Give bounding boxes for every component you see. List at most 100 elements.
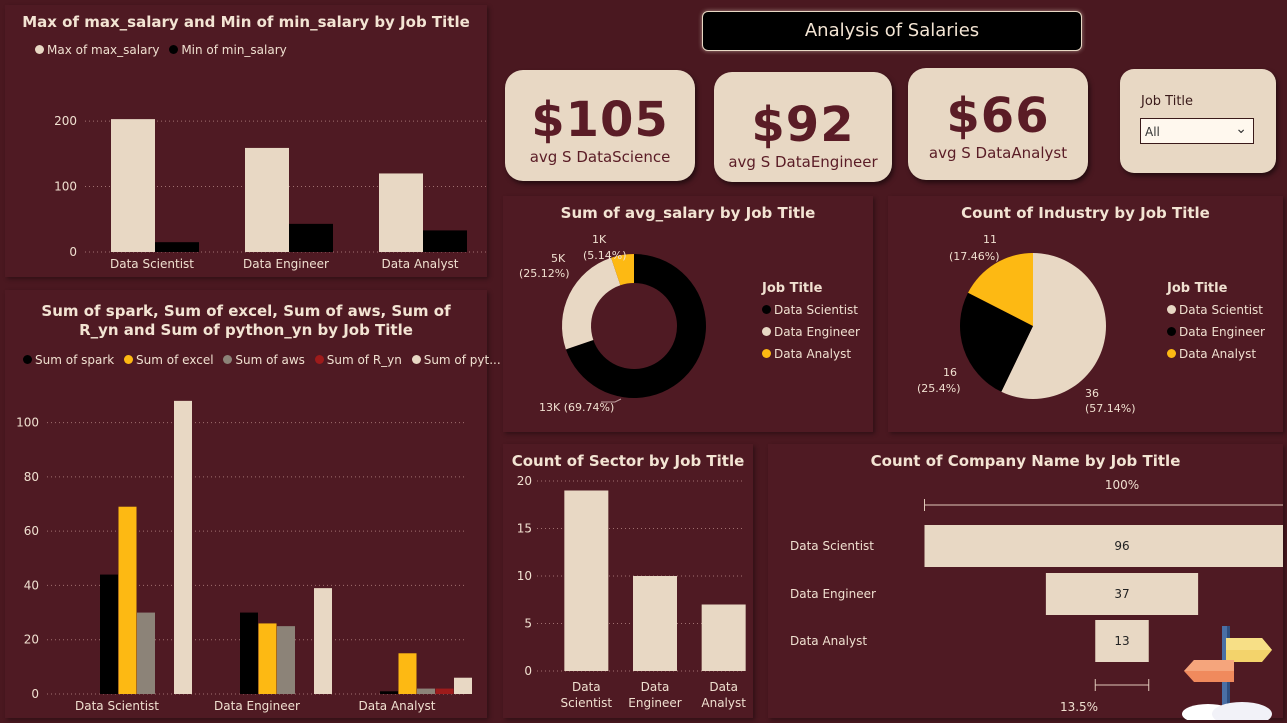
funnel-cat-data-scientist: Data Scientist [790, 539, 874, 553]
bar-max-of-max-salary-data-engineer [245, 147, 289, 252]
donut-legend: Job Title Data Scientist Data Engineer D… [762, 281, 860, 369]
y-tick-15: 15 [517, 522, 532, 536]
bar-sum-of-excel-data-analyst [398, 653, 417, 694]
funnel-cat-data-engineer: Data Engineer [790, 587, 876, 601]
dashboard-title: Analysis of Salaries [702, 11, 1082, 51]
donut-legend-dot-scientist [762, 305, 771, 314]
y-tick-0: 0 [69, 245, 77, 259]
label-engineer-pct: (25.4%) [917, 382, 961, 395]
bar-sum-of-aws-data-scientist [137, 612, 155, 694]
label-analyst-value: 1K [592, 233, 607, 246]
kpi-value-datascience: $105 [531, 92, 669, 148]
kpi-label-dataanalyst: avg S DataAnalyst [928, 144, 1068, 162]
job-title-dropdown[interactable]: All ⌄ [1140, 118, 1254, 144]
x-tick-data-analyst-0: Data [709, 680, 738, 694]
label-engineer-pct: (25.12%) [519, 267, 570, 280]
donut-legend-analyst: Data Analyst [774, 347, 852, 361]
y-tick-40: 40 [24, 578, 39, 592]
bar-sum-of-excel-data-scientist [118, 506, 137, 694]
bar-max-of-max-salary-data-scientist [111, 119, 155, 252]
industry-pie-panel: Count of Industry by Job Title 36 (57.14%… [888, 196, 1283, 432]
job-title-slicer: Job Title All ⌄ [1120, 69, 1276, 173]
x-tick-data-analyst: Data Analyst [358, 699, 435, 713]
y-tick-20: 20 [24, 633, 39, 647]
funnel-value-data-analyst: 13 [1114, 634, 1129, 648]
kpi-card-dataanalyst: $66 avg S DataAnalyst [908, 68, 1088, 180]
y-tick-80: 80 [24, 470, 39, 484]
pie-legend-analyst: Data Analyst [1179, 347, 1257, 361]
pie-legend-dot-engineer [1167, 327, 1176, 336]
label-engineer-count: 16 [943, 366, 957, 379]
x-tick-data-scientist: Data Scientist [75, 699, 159, 713]
bar-min-of-min-salary-data-analyst [423, 230, 467, 252]
chevron-down-icon: ⌄ [1235, 121, 1247, 137]
funnel-value-data-scientist: 96 [1114, 539, 1129, 553]
x-tick-data-scientist-1: Scientist [561, 696, 613, 710]
x-tick-data-analyst: Data Analyst [381, 257, 458, 271]
bar-data-engineer [633, 576, 677, 671]
funnel-top-label: 100% [1105, 478, 1139, 492]
pie-legend-engineer: Data Engineer [1179, 325, 1265, 339]
bar-min-of-min-salary-data-scientist [155, 242, 199, 252]
x-tick-data-engineer: Data Engineer [214, 699, 300, 713]
pie-legend: Job Title Data Scientist Data Engineer D… [1167, 281, 1265, 369]
slicer-label: Job Title [1141, 94, 1194, 109]
bar-min-of-min-salary-data-engineer [289, 223, 333, 252]
bar-sum-of-pyt-data-engineer [314, 588, 332, 694]
bar-sum-of-pyt-data-analyst [454, 677, 472, 694]
kpi-value-dataanalyst: $66 [946, 88, 1050, 144]
skills-bar-chart: 0 20 40 60 80 100 Data Scientist Data Engineer D… [16, 400, 472, 713]
donut-legend-engineer: Data Engineer [774, 325, 860, 339]
pie-legend-title: Job Title [1167, 281, 1228, 296]
avg-salary-donut-panel: Sum of avg_salary by Job Title 13K (69.7… [503, 196, 873, 432]
bar-sum-of-aws-data-engineer [277, 626, 295, 694]
pie-legend-scientist: Data Scientist [1179, 303, 1263, 317]
salary-chart-panel: Max of max_salary and Min of min_salary … [5, 5, 487, 277]
x-tick-data-scientist: Data Scientist [110, 257, 194, 271]
label-scientist-count: 36 [1085, 387, 1099, 400]
bar-sum-of-spark-data-engineer [240, 612, 258, 694]
x-tick-data-engineer-1: Engineer [628, 696, 682, 710]
bar-data-analyst [701, 604, 746, 671]
bar-max-of-max-salary-data-analyst [379, 173, 423, 252]
y-tick-5: 5 [524, 617, 532, 631]
label-scientist-value: 13K (69.74%) [539, 401, 614, 414]
donut-legend-title: Job Title [762, 281, 823, 296]
donut-legend-dot-engineer [762, 327, 771, 336]
signpost-icon [1182, 626, 1272, 720]
slicer-selected-value: All [1145, 125, 1160, 139]
y-tick-60: 60 [24, 524, 39, 538]
bar-data-scientist [564, 490, 609, 671]
kpi-value-dataengineer: $92 [751, 97, 855, 153]
kpi-label-datascience: avg S DataScience [529, 148, 671, 166]
label-analyst-pct: (17.46%) [949, 250, 1000, 263]
slice-data-engineer [562, 257, 621, 350]
label-scientist-pct: (57.14%) [1085, 402, 1136, 415]
pie-legend-dot-scientist [1167, 305, 1176, 314]
bar-sum-of-spark-data-scientist [100, 574, 118, 694]
kpi-label-dataengineer: avg S DataEngineer [728, 153, 878, 171]
x-tick-data-analyst-1: Analyst [701, 696, 746, 710]
funnel-value-data-engineer: 37 [1114, 587, 1129, 601]
bar-sum-of-r-yn-data-analyst [435, 688, 454, 694]
y-tick-100: 100 [54, 180, 77, 194]
y-tick-0: 0 [31, 687, 39, 701]
kpi-card-dataengineer: $92 avg S DataEngineer [714, 72, 892, 182]
skills-chart-panel: Sum of spark, Sum of excel, Sum of aws, … [5, 290, 501, 718]
y-tick-200: 200 [54, 114, 77, 128]
y-tick-20: 20 [517, 474, 532, 488]
funnel-bar-data-scientist [924, 525, 1283, 567]
funnel-bottom-label: 13.5% [1060, 700, 1098, 714]
x-tick-data-scientist-0: Data [572, 680, 601, 694]
label-analyst-pct: (5.14%) [583, 249, 627, 262]
pie-legend-dot-analyst [1167, 349, 1176, 358]
bar-sum-of-spark-data-analyst [380, 691, 398, 694]
x-tick-data-engineer-0: Data [641, 680, 670, 694]
funnel-cat-data-analyst: Data Analyst [790, 634, 867, 648]
y-tick-10: 10 [517, 569, 532, 583]
y-tick-0: 0 [524, 664, 532, 678]
sector-chart-panel: Count of Sector by Job Title 0 5 10 15 20 Dat… [503, 444, 753, 718]
x-tick-data-engineer: Data Engineer [243, 257, 329, 271]
sector-bar-chart: 0 5 10 15 20 Data Scientist Data Engineer Data Ana… [517, 474, 747, 710]
bar-sum-of-aws-data-analyst [417, 688, 435, 694]
